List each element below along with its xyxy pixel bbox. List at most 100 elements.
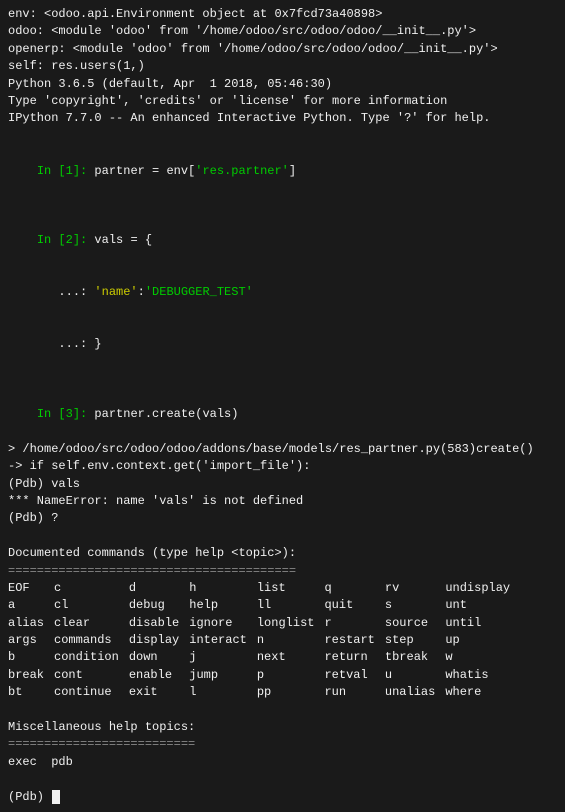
- in1-string: 'res.partner': [195, 164, 289, 178]
- cmd-cont: cont: [54, 667, 119, 684]
- separator2: ==========================: [8, 736, 557, 753]
- cmd-col-3: d debug disable display down enable exit: [129, 580, 189, 702]
- trace-line2: -> if self.env.context.get('import_file'…: [8, 458, 557, 475]
- cmd-tbreak: tbreak: [385, 649, 435, 666]
- cmd-break: break: [8, 667, 44, 684]
- blank1: [8, 128, 557, 145]
- blank2: [8, 197, 557, 214]
- in2-ellipsis1: ...:: [37, 285, 95, 299]
- cmd-col-1: EOF a alias args b break bt: [8, 580, 54, 702]
- cmd-until: until: [445, 615, 510, 632]
- cmd-commands: commands: [54, 632, 119, 649]
- misc-items: exec pdb: [8, 754, 557, 771]
- doc-header: Documented commands (type help <topic>):: [8, 545, 557, 562]
- cmd-whatis: whatis: [445, 667, 510, 684]
- in1-code: partner = env[: [87, 164, 195, 178]
- cmd-d: d: [129, 580, 179, 597]
- cmd-unalias: unalias: [385, 684, 435, 701]
- cmd-bt: bt: [8, 684, 44, 701]
- pdb-vals: (Pdb) vals: [8, 476, 557, 493]
- cmd-clear: clear: [54, 615, 119, 632]
- blank4: [8, 528, 557, 545]
- cmd-jump: jump: [189, 667, 247, 684]
- terminal: env: <odoo.api.Environment object at 0x7…: [8, 6, 557, 806]
- cmd-h: h: [189, 580, 247, 597]
- cmd-retval: retval: [324, 667, 374, 684]
- cmd-debug: debug: [129, 597, 179, 614]
- cmd-u: u: [385, 667, 435, 684]
- cmd-interact: interact: [189, 632, 247, 649]
- cmd-eof: EOF: [8, 580, 44, 597]
- in2-key: 'name': [94, 285, 137, 299]
- blank3: [8, 371, 557, 388]
- odoo-line: odoo: <module 'odoo' from '/home/odoo/sr…: [8, 23, 557, 40]
- cmd-step: step: [385, 632, 435, 649]
- in1-line: In [1]: partner = env['res.partner']: [8, 145, 557, 197]
- cmd-l: l: [189, 684, 247, 701]
- cmd-longlist: longlist: [257, 615, 315, 632]
- cmd-exit: exit: [129, 684, 179, 701]
- cmd-p: p: [257, 667, 315, 684]
- cmd-s: s: [385, 597, 435, 614]
- cmd-quit: quit: [324, 597, 374, 614]
- cmd-w: w: [445, 649, 510, 666]
- cmd-col-4: h help ignore interact j jump l: [189, 580, 257, 702]
- trace-line1: > /home/odoo/src/odoo/odoo/addons/base/m…: [8, 441, 557, 458]
- in2-line1: In [2]: vals = {: [8, 215, 557, 267]
- in2-code: vals = {: [87, 233, 152, 247]
- cmd-down: down: [129, 649, 179, 666]
- cmd-up: up: [445, 632, 510, 649]
- cmd-help: help: [189, 597, 247, 614]
- pdb-input-line[interactable]: (Pdb): [8, 789, 557, 806]
- cmd-col-2: c cl clear commands condition cont conti…: [54, 580, 129, 702]
- cmd-condition: condition: [54, 649, 119, 666]
- commands-grid: EOF a alias args b break bt c cl clear c…: [8, 580, 557, 702]
- in3-prompt: In [3]:: [37, 407, 87, 421]
- cmd-n: n: [257, 632, 315, 649]
- cmd-display: display: [129, 632, 179, 649]
- cmd-unt: unt: [445, 597, 510, 614]
- cmd-list: list: [257, 580, 315, 597]
- blank6: [8, 771, 557, 788]
- cmd-col-8: undisplay unt until up w whatis where: [445, 580, 510, 702]
- cmd-args: args: [8, 632, 44, 649]
- cmd-rv: rv: [385, 580, 435, 597]
- pdb-prompt-final: (Pdb): [8, 789, 51, 806]
- copyright-line: Type 'copyright', 'credits' or 'license'…: [8, 93, 557, 110]
- cmd-c: c: [54, 580, 119, 597]
- cmd-b: b: [8, 649, 44, 666]
- cursor: [52, 790, 60, 804]
- cmd-ignore: ignore: [189, 615, 247, 632]
- env-line: env: <odoo.api.Environment object at 0x7…: [8, 6, 557, 23]
- openerp-line: openerp: <module 'odoo' from '/home/odoo…: [8, 41, 557, 58]
- cmd-pp: pp: [257, 684, 315, 701]
- cmd-j: j: [189, 649, 247, 666]
- cmd-ll: ll: [257, 597, 315, 614]
- cmd-disable: disable: [129, 615, 179, 632]
- misc-header: Miscellaneous help topics:: [8, 719, 557, 736]
- cmd-q: q: [324, 580, 374, 597]
- cmd-cl: cl: [54, 597, 119, 614]
- cmd-a: a: [8, 597, 44, 614]
- python-version-line: Python 3.6.5 (default, Apr 1 2018, 05:46…: [8, 76, 557, 93]
- in2-ellipsis2: ...: }: [37, 337, 102, 351]
- cmd-col-5: list ll longlist n next p pp: [257, 580, 325, 702]
- in3-line: In [3]: partner.create(vals): [8, 389, 557, 441]
- cmd-source: source: [385, 615, 435, 632]
- in2-colon: :: [138, 285, 145, 299]
- separator1: ========================================: [8, 563, 557, 580]
- cmd-restart: restart: [324, 632, 374, 649]
- ipython-line: IPython 7.7.0 -- An enhanced Interactive…: [8, 110, 557, 127]
- in3-code: partner.create(vals): [87, 407, 238, 421]
- cmd-run: run: [324, 684, 374, 701]
- cmd-where: where: [445, 684, 510, 701]
- in2-val: 'DEBUGGER_TEST': [145, 285, 253, 299]
- cmd-col-7: rv s source step tbreak u unalias: [385, 580, 445, 702]
- cmd-col-6: q quit r restart return retval run: [324, 580, 384, 702]
- name-error: *** NameError: name 'vals' is not define…: [8, 493, 557, 510]
- cmd-return: return: [324, 649, 374, 666]
- cmd-alias: alias: [8, 615, 44, 632]
- blank5: [8, 702, 557, 719]
- self-line: self: res.users(1,): [8, 58, 557, 75]
- cmd-continue: continue: [54, 684, 119, 701]
